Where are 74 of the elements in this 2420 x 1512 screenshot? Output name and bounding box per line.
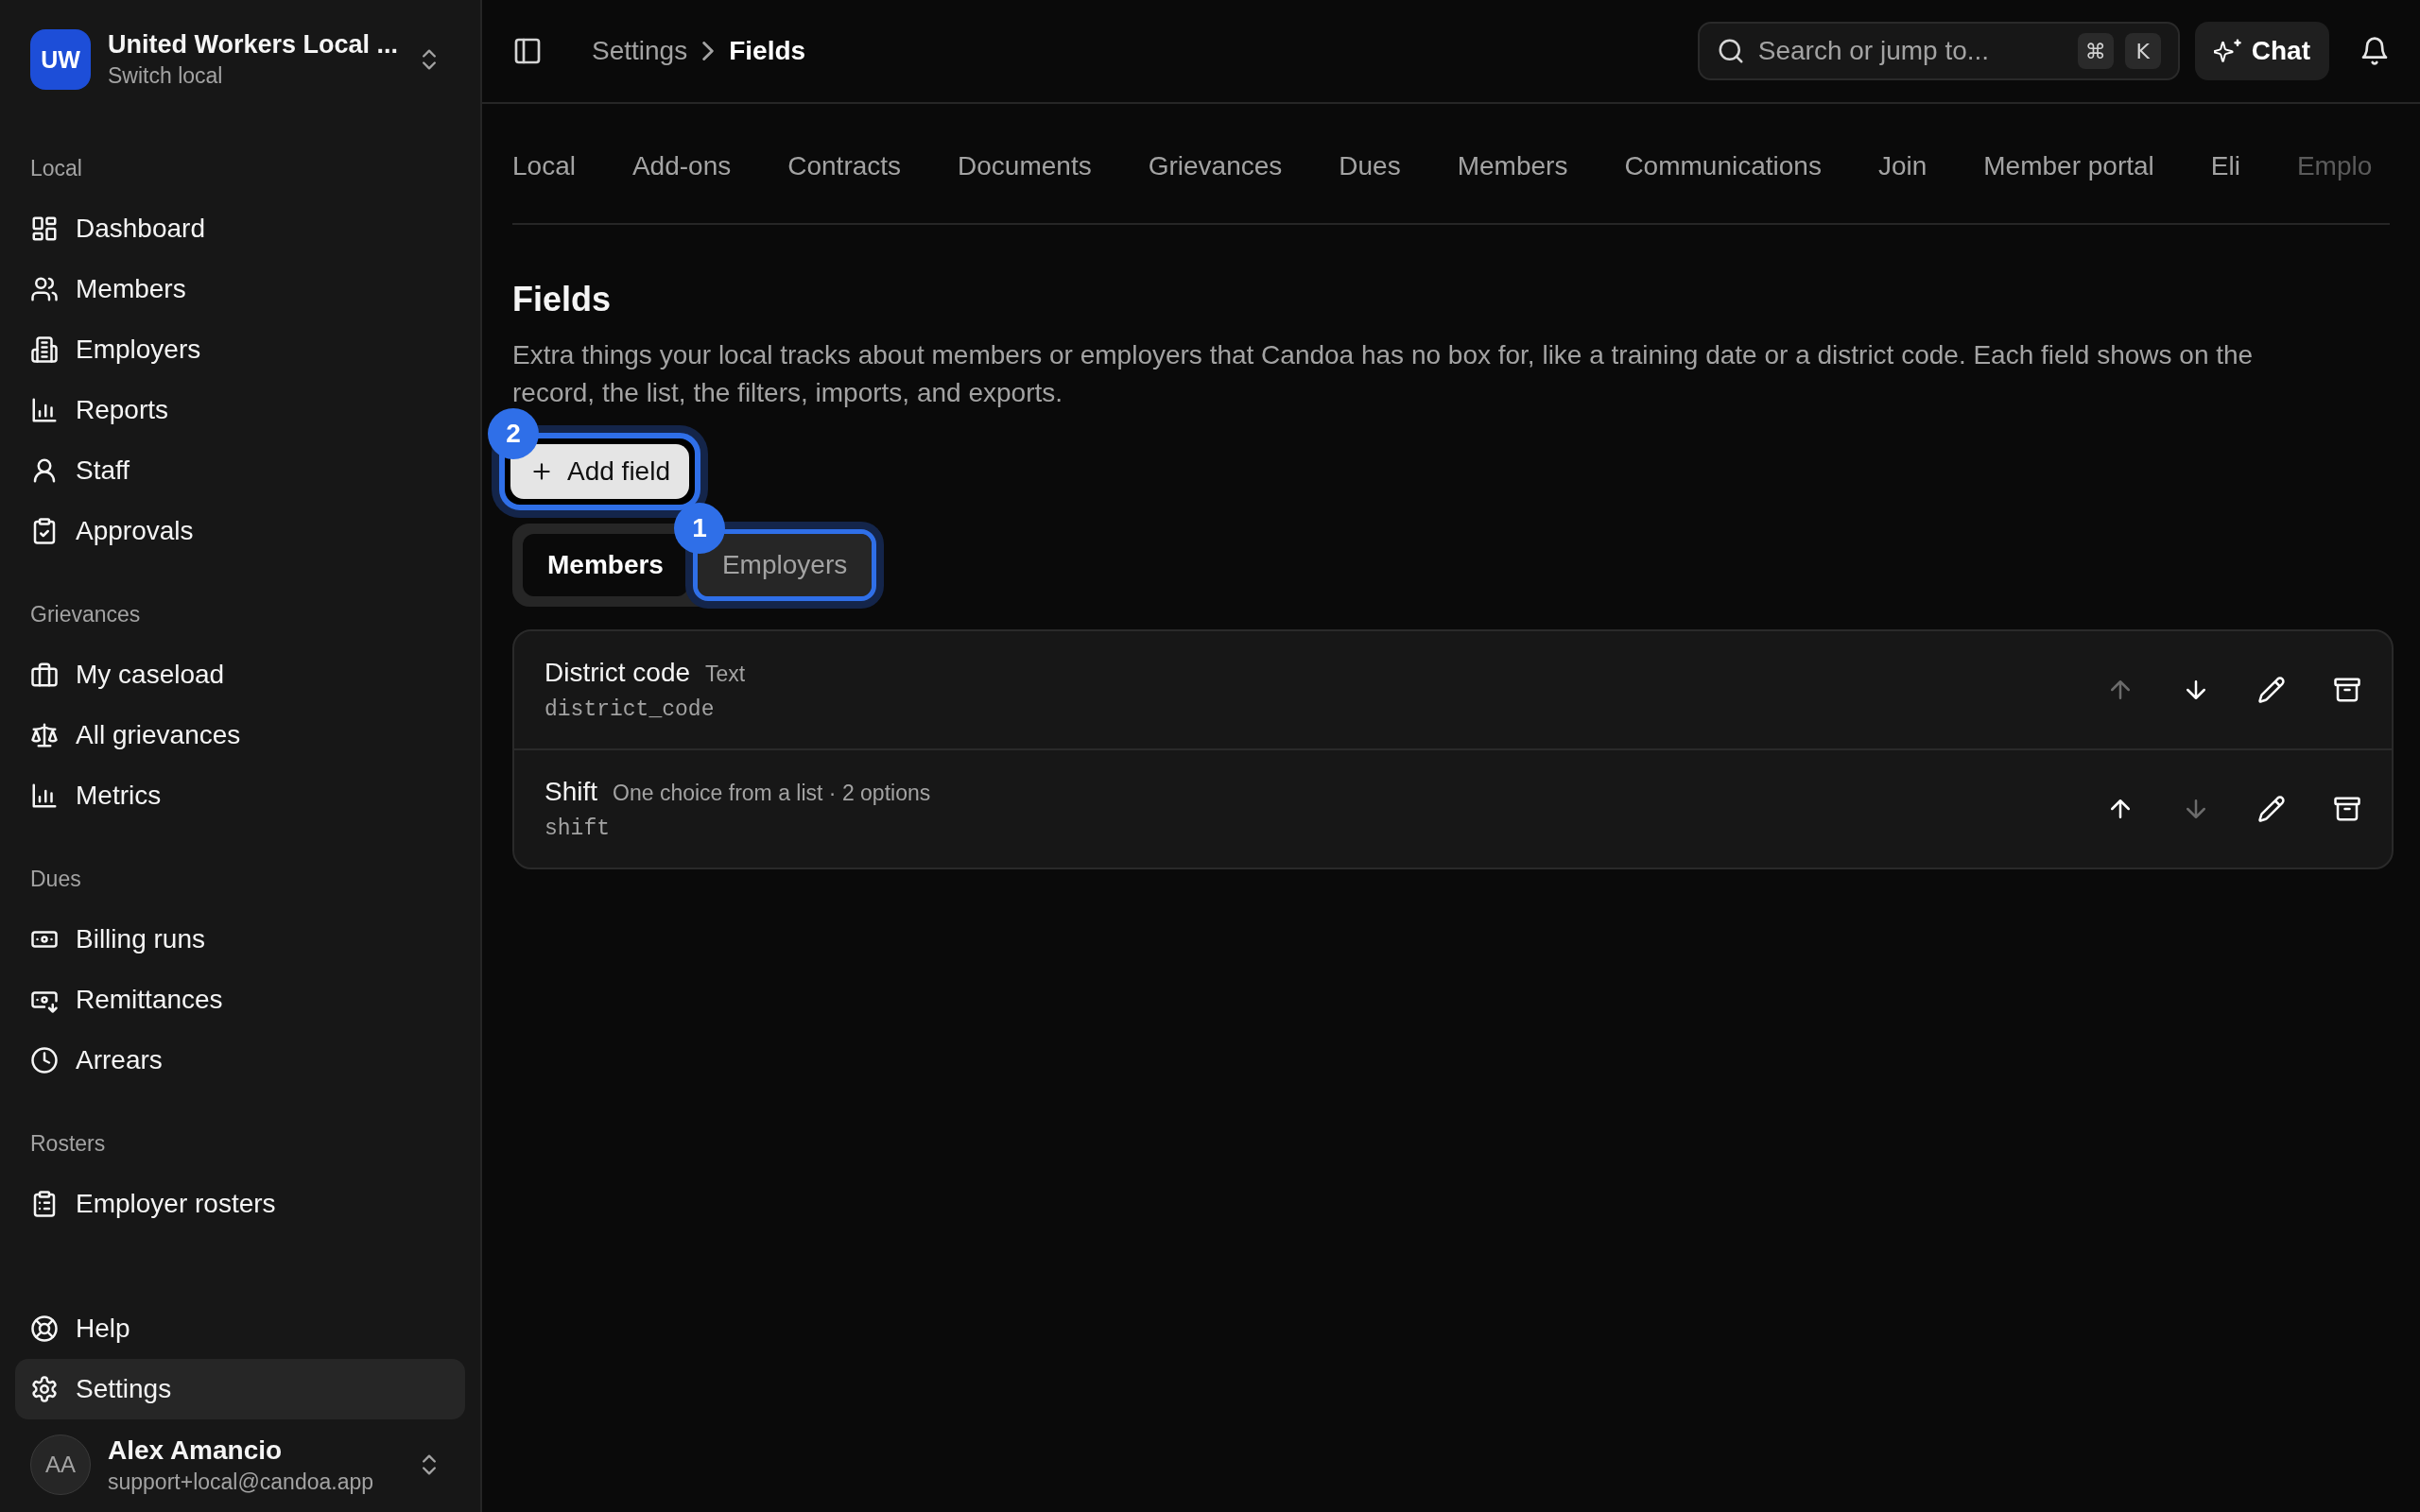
settings-tab[interactable]: Eli	[2210, 151, 2240, 181]
user-name: Alex Amancio	[108, 1435, 284, 1466]
workspace-switcher[interactable]: UW United Workers Local ... Switch local	[15, 0, 465, 91]
field-name: District code	[544, 658, 691, 688]
settings-tab[interactable]: Local	[512, 151, 576, 181]
workspace-subtitle: Switch local	[108, 63, 224, 89]
settings-icon	[30, 1375, 59, 1403]
settings-tab[interactable]: Members	[1457, 151, 1568, 181]
settings-tab[interactable]: Contracts	[787, 151, 902, 181]
briefcase-icon	[30, 661, 59, 689]
section-title: Dues	[29, 865, 82, 893]
nav-item[interactable]: Help	[15, 1298, 465, 1359]
field-type: One choice from a list · 2 options	[613, 781, 931, 806]
user-menu[interactable]: AA Alex Amancio support+local@candoa.app	[15, 1419, 465, 1495]
page-title: Fields	[512, 280, 612, 319]
workspace-name: United Workers Local ...	[108, 30, 399, 60]
settings-tab[interactable]: Communications	[1624, 151, 1822, 181]
breadcrumb-link[interactable]: Settings	[592, 36, 688, 66]
users-icon	[30, 275, 59, 303]
search-field[interactable]: Search or jump to...	[1755, 35, 2066, 67]
nav-item[interactable]: Reports	[15, 380, 465, 440]
chevron-right-icon	[702, 42, 715, 60]
settings-tab[interactable]: Documents	[958, 151, 1092, 181]
nav-item[interactable]: My caseload	[15, 644, 465, 705]
nav-item[interactable]: Settings	[15, 1359, 465, 1419]
breadcrumb-current: Fields	[729, 36, 806, 66]
bar-chart-icon	[30, 782, 59, 810]
settings-tab[interactable]: Grievances	[1148, 151, 1283, 181]
nav-item[interactable]: All grievances	[15, 705, 465, 765]
settings-tab[interactable]: Join	[1877, 151, 1927, 181]
search-box[interactable]: Search or jump to... ⌘ K	[1697, 22, 2180, 80]
archive-icon[interactable]	[2333, 795, 2361, 823]
field-type: Text	[705, 662, 746, 687]
nav-item[interactable]: Arrears	[15, 1030, 465, 1091]
edit-icon[interactable]	[2257, 795, 2286, 823]
notifications-icon[interactable]	[2360, 36, 2390, 66]
step-marker: 2	[488, 408, 539, 459]
section-title: Grievances	[29, 600, 142, 628]
page-description: Extra things your local tracks about members or employers that Candoa has no box for, like a training date or a district code. Each field shows on the record, the list, the filters, imports, and exports.	[512, 339, 2255, 409]
nav-item[interactable]: Remittances	[15, 970, 465, 1030]
bar-chart-icon	[30, 396, 59, 424]
user-email: support+local@candoa.app	[108, 1469, 375, 1495]
section-title: Rosters	[29, 1129, 107, 1158]
lifebuoy-icon	[30, 1314, 59, 1343]
nav-item[interactable]: Staff	[15, 440, 465, 501]
sidebar-toggle-icon[interactable]	[512, 36, 543, 66]
field-key: district_code	[544, 697, 2106, 722]
nav-item[interactable]: Members	[15, 259, 465, 319]
nav-item[interactable]: Billing runs	[15, 909, 465, 970]
grid-icon	[30, 215, 59, 243]
nav-item[interactable]: Dashboard	[15, 198, 465, 259]
add-field-button[interactable]: Add field	[510, 444, 689, 499]
nav-item[interactable]: Employers	[15, 319, 465, 380]
nav-item[interactable]: Approvals	[15, 501, 465, 561]
settings-tab[interactable]: Add-ons	[631, 151, 732, 181]
nav-item[interactable]: Metrics	[15, 765, 465, 826]
building-icon	[30, 335, 59, 364]
user-avatar: AA	[30, 1435, 91, 1495]
shortcut-key: ⌘	[2077, 33, 2114, 69]
edit-icon[interactable]	[2257, 676, 2286, 704]
field-name: Shift	[544, 777, 598, 807]
segment-tab[interactable]: Members	[523, 534, 688, 596]
chat-button[interactable]: Chat	[2194, 22, 2329, 80]
clock-icon	[30, 1046, 59, 1074]
section-title: Local	[29, 154, 83, 182]
nav-item[interactable]: Employer rosters	[15, 1174, 465, 1234]
scale-icon	[30, 721, 59, 749]
workspace-logo: UW	[30, 29, 91, 90]
archive-icon[interactable]	[2333, 676, 2361, 704]
field-key: shift	[544, 816, 2106, 841]
shortcut-key: K	[2124, 33, 2161, 69]
settings-tab[interactable]: Member portal	[1983, 151, 2154, 181]
sparkles-icon	[2213, 37, 2242, 65]
settings-tab[interactable]: Dues	[1339, 151, 1401, 181]
